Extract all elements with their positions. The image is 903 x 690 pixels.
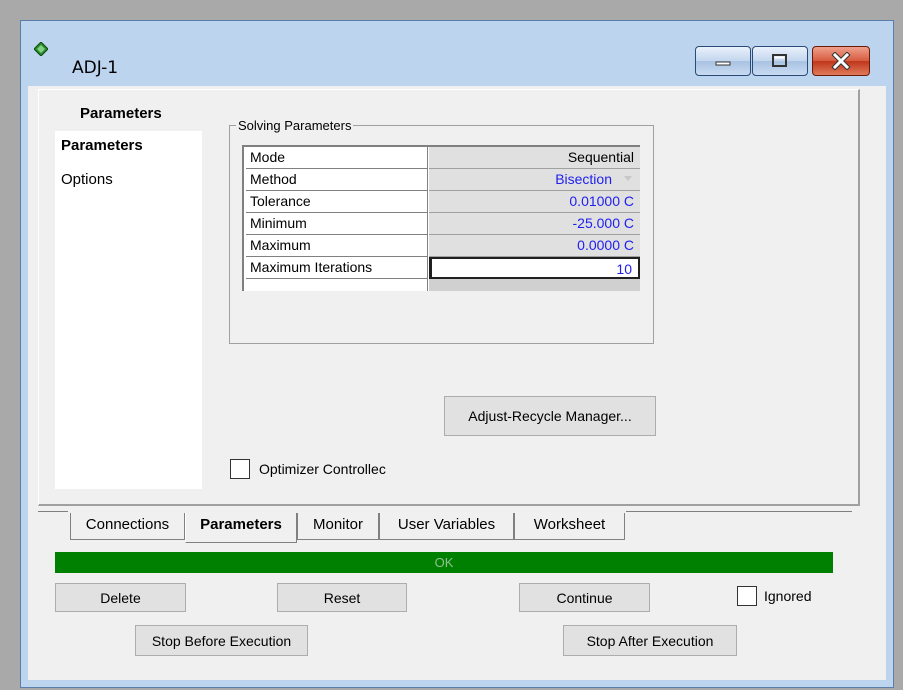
- stop-after-execution-button[interactable]: Stop After Execution: [563, 625, 737, 656]
- optimizer-controlled-checkbox[interactable]: [230, 459, 250, 479]
- optimizer-controlled-label: Optimizer Controllec: [259, 461, 386, 477]
- maximize-icon: [772, 54, 787, 67]
- grid-row-tolerance: Tolerance 0.01000 C: [246, 191, 640, 213]
- max-iterations-input[interactable]: 10: [429, 257, 640, 279]
- minimize-icon: [715, 61, 731, 66]
- stop-before-execution-button[interactable]: Stop Before Execution: [135, 625, 308, 656]
- grid-label: Tolerance: [246, 191, 428, 213]
- grid-empty-cell: [246, 279, 428, 291]
- maximize-button[interactable]: [752, 46, 808, 76]
- minimum-value[interactable]: -25.000 C: [429, 213, 640, 235]
- grid-row-max-iterations: Maximum Iterations 10: [246, 257, 640, 279]
- window-title: ADJ-1: [72, 58, 119, 78]
- close-button[interactable]: [812, 46, 870, 76]
- tab-monitor[interactable]: Monitor: [297, 513, 379, 540]
- adjust-recycle-manager-button[interactable]: Adjust-Recycle Manager...: [444, 396, 656, 436]
- grid-label: Maximum Iterations: [246, 257, 428, 279]
- grid-label: Method: [246, 169, 428, 191]
- grid-row-minimum: Minimum -25.000 C: [246, 213, 640, 235]
- tolerance-value[interactable]: 0.01000 C: [429, 191, 640, 213]
- parameters-grid: Mode Sequential Method Bisection Toleran…: [242, 145, 640, 291]
- solving-parameters-label: Solving Parameters: [236, 118, 354, 133]
- grid-label: Maximum: [246, 235, 428, 257]
- nav-list: Parameters Options: [55, 131, 202, 489]
- mode-value[interactable]: Sequential: [429, 147, 640, 169]
- tab-user-variables[interactable]: User Variables: [379, 513, 514, 540]
- reset-button[interactable]: Reset: [277, 583, 407, 612]
- grid-row-maximum: Maximum 0.0000 C: [246, 235, 640, 257]
- grid-row-mode: Mode Sequential: [246, 147, 640, 169]
- maximum-value[interactable]: 0.0000 C: [429, 235, 640, 257]
- delete-button[interactable]: Delete: [55, 583, 186, 612]
- grid-label: Minimum: [246, 213, 428, 235]
- tab-strip-line: [38, 511, 68, 512]
- grid-label: Mode: [246, 147, 428, 169]
- close-icon: [831, 52, 851, 70]
- tab-connections[interactable]: Connections: [70, 513, 185, 540]
- tab-strip-line: [626, 511, 852, 512]
- nav-item-parameters[interactable]: Parameters: [61, 137, 143, 154]
- continue-button[interactable]: Continue: [519, 583, 650, 612]
- tab-worksheet[interactable]: Worksheet: [514, 513, 625, 540]
- minimize-button[interactable]: [695, 46, 751, 76]
- grid-row-method: Method Bisection: [246, 169, 640, 191]
- nav-item-options[interactable]: Options: [61, 171, 113, 188]
- ignored-checkbox[interactable]: [737, 586, 757, 606]
- ignored-label: Ignored: [764, 588, 812, 604]
- tab-parameters[interactable]: Parameters: [185, 513, 297, 543]
- status-bar: OK: [55, 552, 833, 573]
- nav-title: Parameters: [80, 105, 162, 122]
- dropdown-arrow-icon[interactable]: [624, 176, 632, 181]
- grid-empty-cell: [429, 279, 640, 291]
- method-value[interactable]: Bisection: [429, 169, 640, 191]
- app-diamond-icon: [34, 42, 48, 56]
- grid-row-empty: [246, 279, 640, 291]
